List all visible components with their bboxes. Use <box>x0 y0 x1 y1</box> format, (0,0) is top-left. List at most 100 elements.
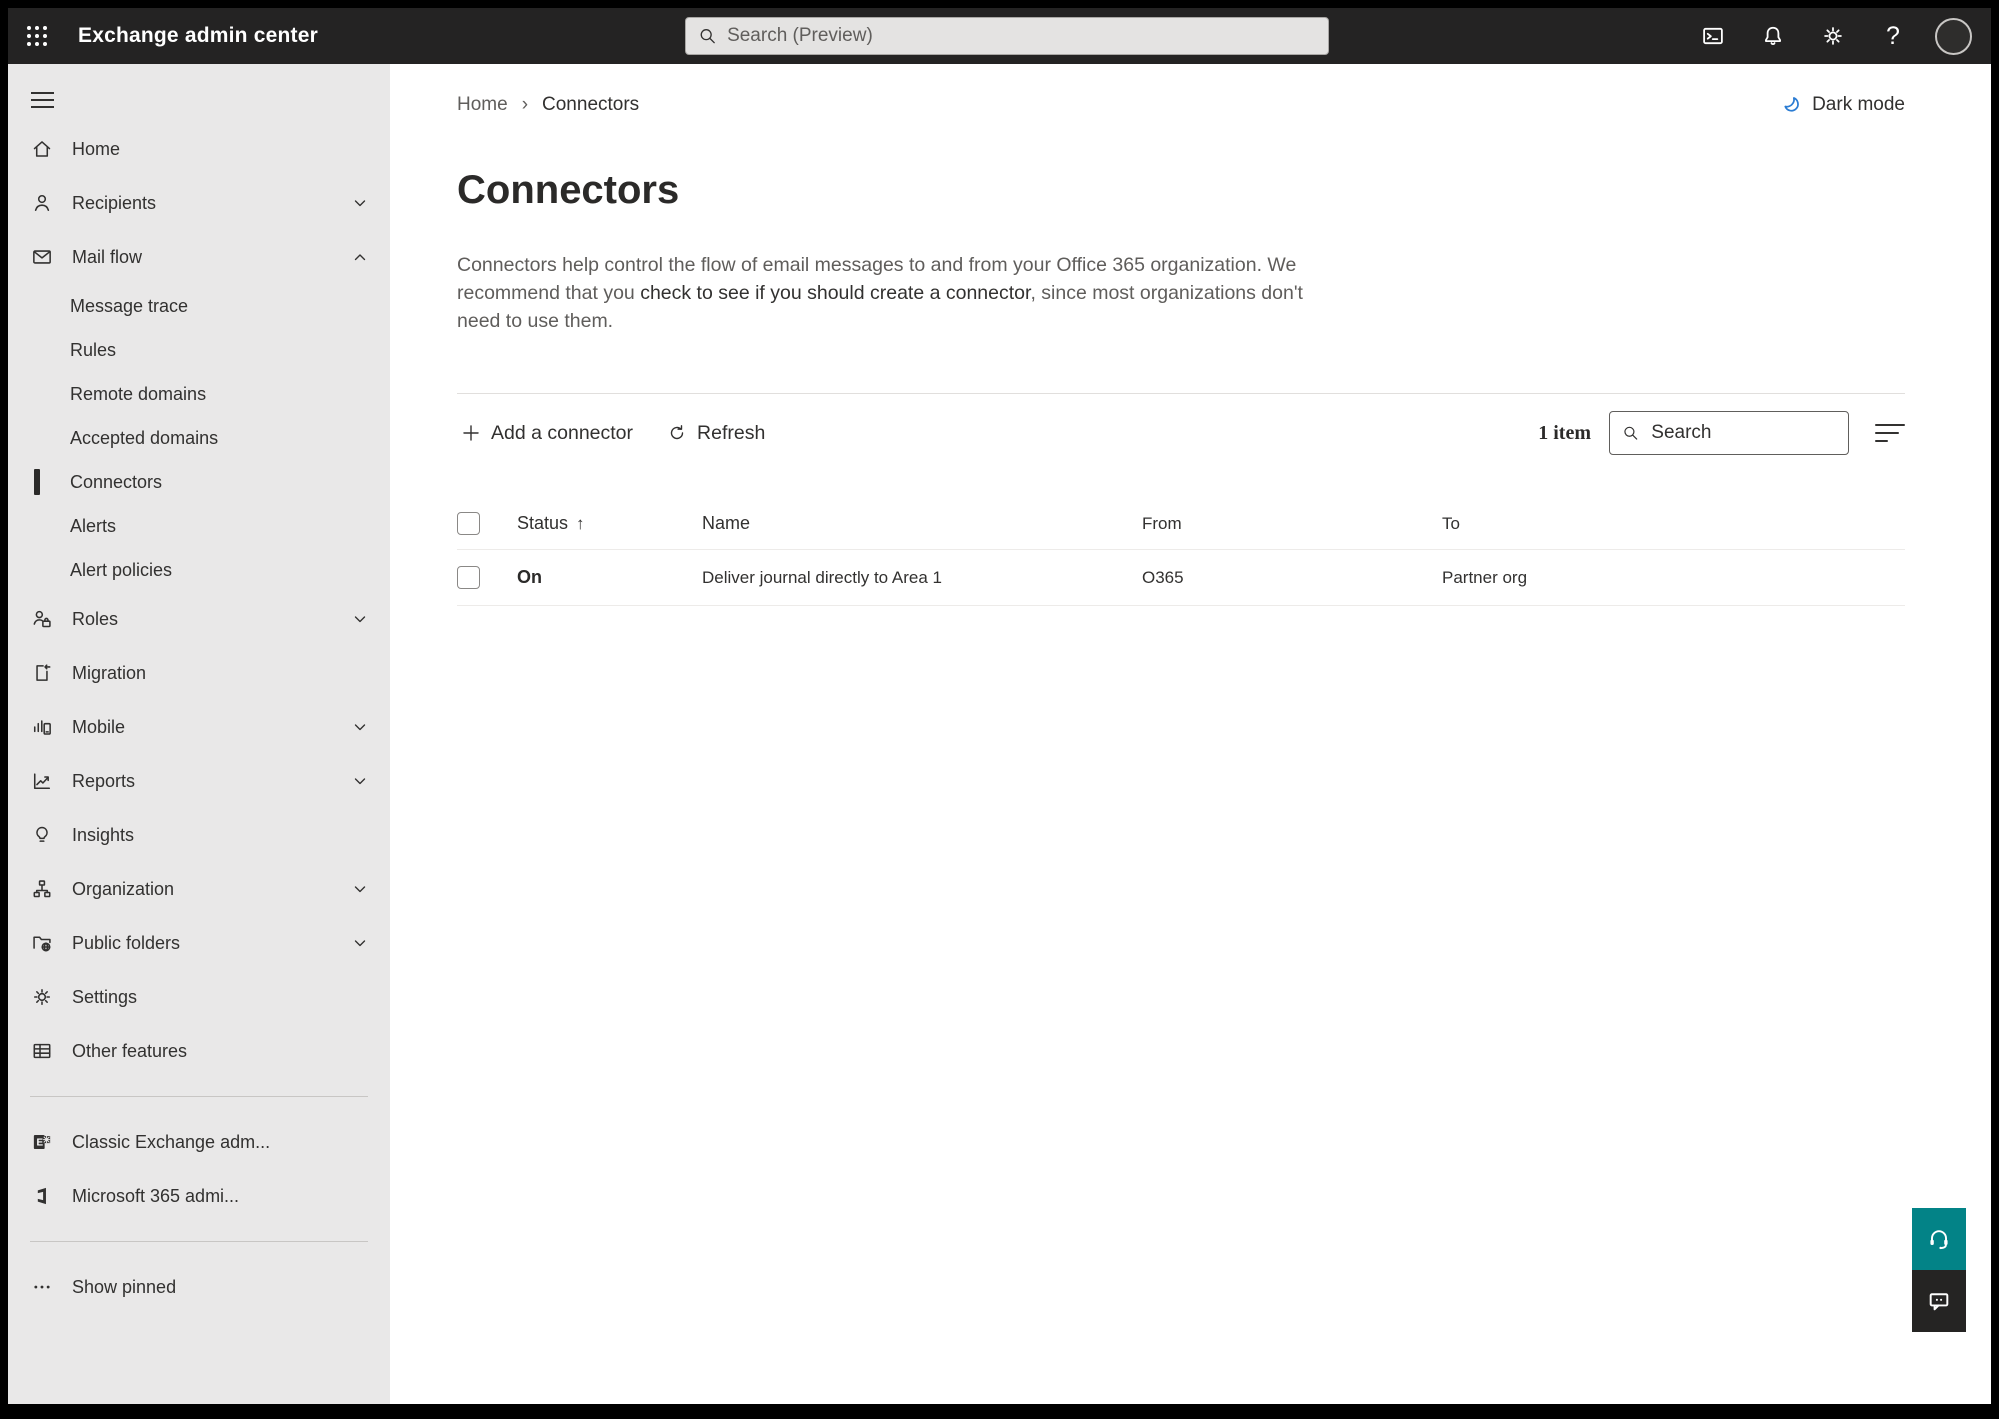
sidebar-item-alerts[interactable]: Alerts <box>8 504 390 548</box>
chevron-down-icon <box>354 778 366 785</box>
sidebar-item-mail-flow[interactable]: Mail flow <box>8 230 390 284</box>
column-header-to[interactable]: To <box>1442 514 1905 534</box>
support-button-stack <box>1912 1208 1966 1332</box>
sidebar-item-public-folders[interactable]: Public folders <box>8 916 390 970</box>
connector-name[interactable]: Deliver journal directly to Area 1 <box>702 568 1142 588</box>
lightbulb-icon <box>30 823 54 847</box>
sidebar-item-classic-exchange-admin[interactable]: E Classic Exchange adm... <box>8 1115 390 1169</box>
chat-bubble-icon <box>1929 1293 1949 1311</box>
screenshot-frame: Exchange admin center Search (Preview) ?… <box>0 0 1999 1419</box>
item-count: 1 item <box>1538 421 1591 444</box>
refresh-button[interactable]: Refresh <box>663 414 769 453</box>
chevron-down-icon <box>354 886 366 893</box>
sidebar-item-rules[interactable]: Rules <box>8 328 390 372</box>
sidebar-item-migration[interactable]: Migration <box>8 646 390 700</box>
topbar: Exchange admin center Search (Preview) ? <box>8 8 1991 64</box>
sidebar-item-alert-policies[interactable]: Alert policies <box>8 548 390 592</box>
sidebar-item-show-pinned[interactable]: Show pinned <box>8 1260 390 1314</box>
plus-icon <box>463 425 479 441</box>
refresh-icon <box>670 425 684 440</box>
account-button[interactable] <box>1923 8 1983 64</box>
exchange-admin-center-app: Exchange admin center Search (Preview) ?… <box>8 8 1991 1404</box>
global-search-input[interactable] <box>727 25 1316 47</box>
table-row[interactable]: On Deliver journal directly to Area 1 O3… <box>457 550 1905 606</box>
headset-icon <box>1930 1230 1948 1250</box>
folder-globe-icon <box>30 931 54 955</box>
waffle-icon <box>27 26 47 46</box>
sidebar-item-other-features[interactable]: Other features <box>8 1024 390 1078</box>
add-connector-button[interactable]: Add a connector <box>457 414 637 453</box>
settings-button[interactable] <box>1803 8 1863 64</box>
connector-status: On <box>517 567 542 587</box>
breadcrumb-home-link[interactable]: Home <box>457 94 508 116</box>
table-grid-icon <box>30 1039 54 1063</box>
sidebar-item-insights[interactable]: Insights <box>8 808 390 862</box>
sidebar-item-settings[interactable]: Settings <box>8 970 390 1024</box>
connector-from: O365 <box>1142 567 1184 587</box>
search-icon <box>1624 426 1638 440</box>
sidebar-item-connectors[interactable]: Connectors <box>8 460 390 504</box>
gear-icon <box>1824 27 1842 45</box>
sidebar-item-roles[interactable]: Roles <box>8 592 390 646</box>
sidebar: Home Recipients Mail flow Message trace … <box>8 64 390 1404</box>
page-title: Connectors <box>457 168 680 212</box>
sidebar-item-accepted-domains[interactable]: Accepted domains <box>8 416 390 460</box>
reports-icon <box>30 769 54 793</box>
chevron-down-icon <box>354 200 366 207</box>
help-support-button[interactable] <box>1912 1208 1966 1270</box>
connector-to: Partner org <box>1442 567 1528 587</box>
main-content: Home › Connectors Dark mode Connectors C… <box>390 64 1991 1404</box>
feedback-button[interactable] <box>1912 1270 1966 1332</box>
org-chart-icon <box>30 877 54 901</box>
chevron-down-icon <box>354 940 366 947</box>
home-icon <box>30 137 54 161</box>
sidebar-item-reports[interactable]: Reports <box>8 754 390 808</box>
select-all-checkbox[interactable] <box>457 512 480 535</box>
terminal-icon <box>1703 27 1723 45</box>
sidebar-item-recipients[interactable]: Recipients <box>8 176 390 230</box>
column-header-from[interactable]: From <box>1142 514 1442 534</box>
microsoft-365-icon <box>30 1184 54 1208</box>
list-search-box[interactable] <box>1609 411 1849 455</box>
global-search-box[interactable] <box>685 17 1329 55</box>
sort-ascending-icon: ↑ <box>576 513 585 533</box>
search-icon <box>700 29 715 44</box>
nav-collapse-button[interactable] <box>14 78 70 122</box>
sidebar-item-organization[interactable]: Organization <box>8 862 390 916</box>
sidebar-item-remote-domains[interactable]: Remote domains <box>8 372 390 416</box>
chevron-down-icon <box>354 616 366 623</box>
gear-icon <box>30 985 54 1009</box>
help-button[interactable]: ? <box>1863 8 1923 64</box>
filter-button[interactable] <box>1875 424 1905 442</box>
page-description-emphasis: check to see if you should create a conn… <box>640 282 1031 304</box>
app-launcher-button[interactable] <box>8 8 66 64</box>
powershell-button[interactable] <box>1683 8 1743 64</box>
breadcrumb-separator-icon: › <box>521 94 529 115</box>
sidebar-item-message-trace[interactable]: Message trace <box>8 284 390 328</box>
sidebar-item-microsoft-365-admin[interactable]: Microsoft 365 admi... <box>8 1169 390 1223</box>
ellipsis-icon <box>30 1275 54 1299</box>
page-description: Connectors help control the flow of emai… <box>457 254 1303 332</box>
moon-icon <box>1784 97 1799 112</box>
person-icon <box>30 191 54 215</box>
notifications-button[interactable] <box>1743 8 1803 64</box>
topbar-actions: ? <box>1683 8 1983 64</box>
question-mark-icon: ? <box>1886 21 1900 50</box>
row-checkbox[interactable] <box>457 566 480 589</box>
migration-icon <box>30 661 54 685</box>
column-header-status[interactable]: Status <box>517 513 568 534</box>
command-bar: Add a connector Refresh 1 item <box>457 394 1905 472</box>
classic-exchange-icon: E <box>30 1130 54 1154</box>
sidebar-divider <box>30 1241 368 1242</box>
mobile-icon <box>30 715 54 739</box>
sidebar-item-mobile[interactable]: Mobile <box>8 700 390 754</box>
column-header-name[interactable]: Name <box>702 513 1142 534</box>
app-title: Exchange admin center <box>78 24 318 47</box>
table-header-row: Status ↑ Name From To <box>457 498 1905 550</box>
breadcrumb: Home › Connectors <box>457 94 639 116</box>
list-search-input[interactable] <box>1651 422 1836 444</box>
chevron-down-icon <box>354 724 366 731</box>
sidebar-item-home[interactable]: Home <box>8 122 390 176</box>
sidebar-divider <box>30 1096 368 1097</box>
dark-mode-toggle[interactable]: Dark mode <box>1780 94 1905 116</box>
